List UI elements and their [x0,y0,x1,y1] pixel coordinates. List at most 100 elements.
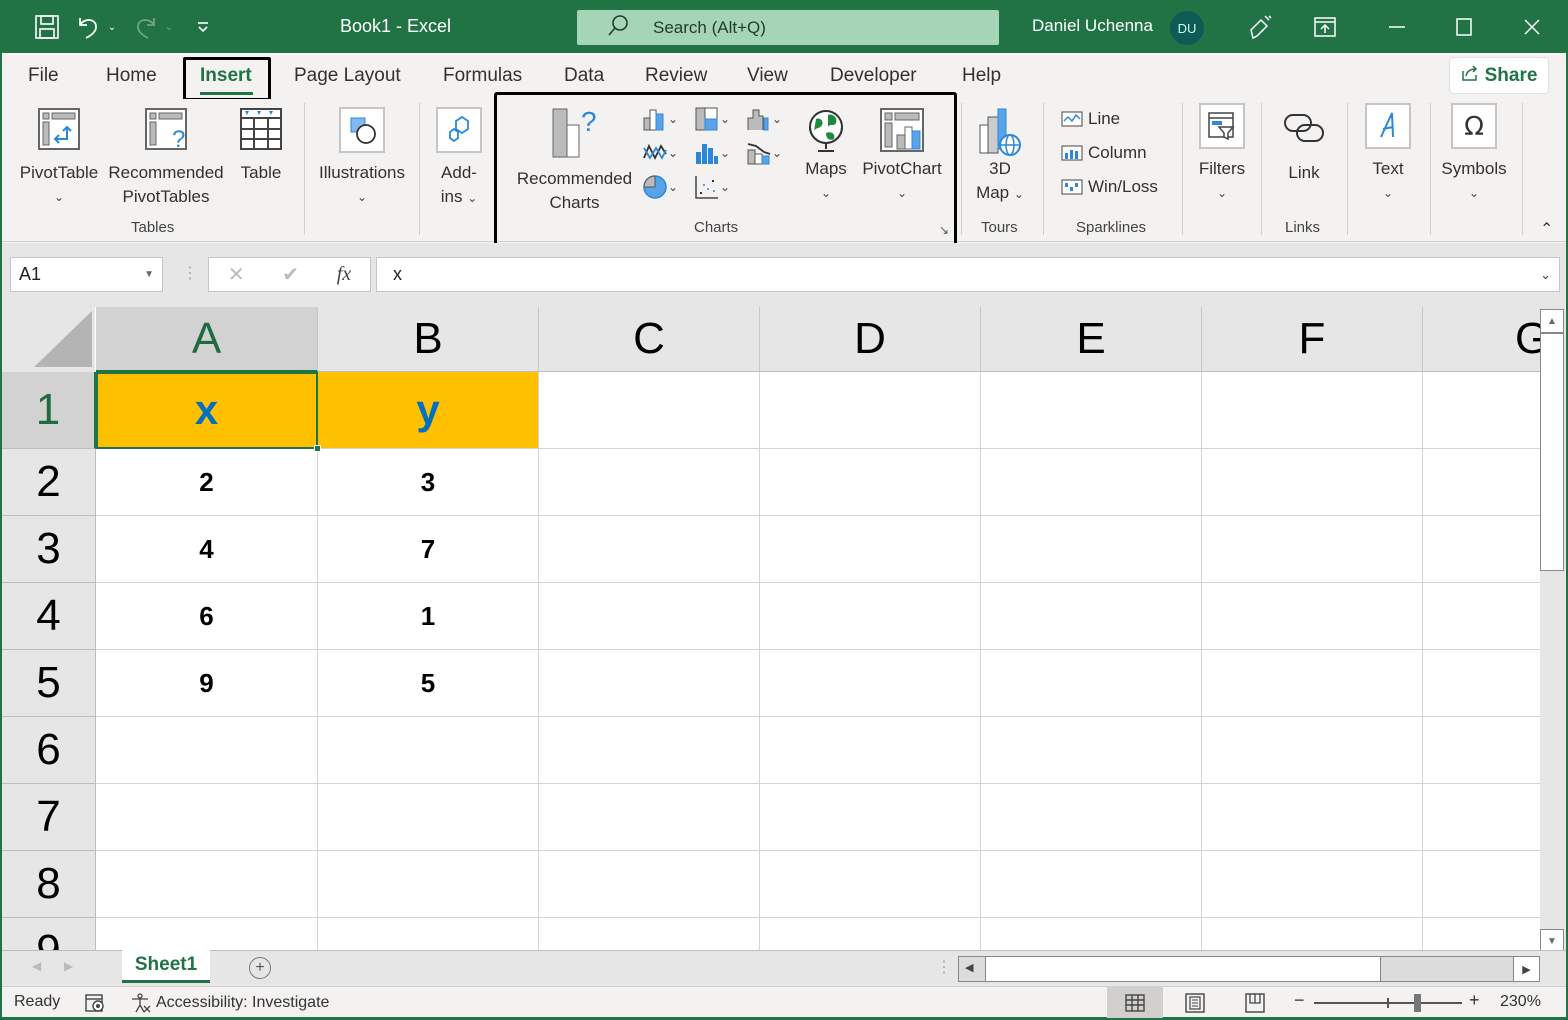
collapse-ribbon-icon[interactable]: ⌃ [1540,219,1553,239]
vertical-scrollbar[interactable]: ▲ ▼ [1540,307,1566,953]
cell-d7[interactable] [760,784,981,851]
cell-d8[interactable] [760,851,981,918]
cell-f2[interactable] [1202,449,1423,516]
zoom-in-button[interactable]: + [1469,990,1480,1011]
cell-c8[interactable] [539,851,760,918]
cell-d2[interactable] [760,449,981,516]
macro-recording-icon[interactable] [84,993,106,1018]
tab-split-grip-icon[interactable]: ⋮ [936,957,952,977]
cell-c9[interactable] [539,918,760,950]
row-header-9[interactable]: 9 [2,918,96,950]
cell-b8[interactable] [318,851,539,918]
cell-c4[interactable] [539,583,760,650]
cell-g4[interactable] [1423,583,1540,650]
search-box[interactable]: Search (Alt+Q) [577,10,999,45]
expand-formula-bar-icon[interactable]: ⌄ [1540,258,1551,291]
cell-f7[interactable] [1202,784,1423,851]
share-button[interactable]: Share [1449,57,1549,94]
cell-a2[interactable]: 2 [96,449,318,516]
cell-a3[interactable]: 4 [96,516,318,583]
close-icon[interactable] [1512,10,1552,44]
minimize-icon[interactable] [1377,10,1417,44]
undo-icon[interactable] [74,12,104,42]
scroll-right-icon[interactable]: ▶ [1513,957,1539,981]
cell-g1[interactable] [1423,372,1540,449]
addins-button[interactable]: Add- ins ⌄ [432,107,486,210]
text-button[interactable]: Text ⌄ [1362,103,1414,205]
tab-data[interactable]: Data [564,65,604,87]
cell-d3[interactable] [760,516,981,583]
zoom-slider-thumb[interactable] [1414,994,1421,1012]
formula-input[interactable]: x ⌄ [376,257,1560,292]
cell-f6[interactable] [1202,717,1423,784]
link-button[interactable]: Link [1274,105,1334,185]
cell-a7[interactable] [96,784,318,851]
tab-view[interactable]: View [747,65,788,87]
horizontal-scroll-thumb[interactable] [985,957,1381,981]
row-header-8[interactable]: 8 [2,851,96,918]
add-sheet-icon[interactable]: + [249,957,271,979]
column-header-a[interactable]: A [96,307,318,372]
cell-f9[interactable] [1202,918,1423,950]
avatar[interactable]: DU [1170,11,1204,45]
cell-f1[interactable] [1202,372,1423,449]
accessibility-button[interactable]: Accessibility: Investigate [130,993,329,1013]
cell-b3[interactable]: 7 [318,516,539,583]
tab-formulas[interactable]: Formulas [443,65,522,87]
cell-d4[interactable] [760,583,981,650]
cell-e7[interactable] [981,784,1202,851]
normal-view-button[interactable] [1107,987,1163,1018]
previous-sheet-icon[interactable]: ◀ [32,959,41,973]
cell-c1[interactable] [539,372,760,449]
user-name[interactable]: Daniel Uchenna [1032,16,1153,36]
cell-g6[interactable] [1423,717,1540,784]
column-header-b[interactable]: B [318,307,539,372]
cell-c5[interactable] [539,650,760,717]
cell-g2[interactable] [1423,449,1540,516]
column-header-g[interactable]: G [1423,307,1540,372]
cell-b6[interactable] [318,717,539,784]
formula-bar-grip-icon[interactable]: ⋮ [182,263,198,283]
cell-g9[interactable] [1423,918,1540,950]
row-header-5[interactable]: 5 [2,650,96,717]
cell-a9[interactable] [96,918,318,950]
column-header-f[interactable]: F [1202,307,1423,372]
cell-e8[interactable] [981,851,1202,918]
tab-help[interactable]: Help [962,65,1001,87]
cell-b1[interactable]: y [318,372,539,449]
pen-icon[interactable] [1240,10,1280,44]
cell-d9[interactable] [760,918,981,950]
zoom-level[interactable]: 230% [1500,993,1541,1011]
column-header-e[interactable]: E [981,307,1202,372]
fill-handle[interactable] [314,445,321,452]
cell-c2[interactable] [539,449,760,516]
cell-g7[interactable] [1423,784,1540,851]
tab-review[interactable]: Review [645,65,707,87]
next-sheet-icon[interactable]: ▶ [64,959,73,973]
cell-g5[interactable] [1423,650,1540,717]
cell-a6[interactable] [96,717,318,784]
column-header-d[interactable]: D [760,307,981,372]
row-header-4[interactable]: 4 [2,583,96,650]
cell-b9[interactable] [318,918,539,950]
cell-e5[interactable] [981,650,1202,717]
cell-f8[interactable] [1202,851,1423,918]
cell-g8[interactable] [1423,851,1540,918]
enter-icon[interactable]: ✔ [282,262,299,287]
cell-c3[interactable] [539,516,760,583]
filters-button[interactable]: Filters ⌄ [1194,103,1250,205]
horizontal-scrollbar[interactable]: ◀ ▶ [958,956,1540,982]
cell-c7[interactable] [539,784,760,851]
cell-e9[interactable] [981,918,1202,950]
customize-toolbar-icon[interactable] [192,12,214,42]
ribbon-display-icon[interactable] [1305,10,1345,44]
tab-page-layout[interactable]: Page Layout [294,65,401,87]
row-header-2[interactable]: 2 [2,449,96,516]
cell-b7[interactable] [318,784,539,851]
cancel-icon[interactable]: ✕ [228,262,245,287]
cell-e3[interactable] [981,516,1202,583]
scroll-left-icon[interactable]: ◀ [965,961,973,974]
column-header-c[interactable]: C [539,307,760,372]
symbols-button[interactable]: Ω Symbols ⌄ [1438,103,1510,205]
page-layout-view-button[interactable] [1167,987,1223,1018]
